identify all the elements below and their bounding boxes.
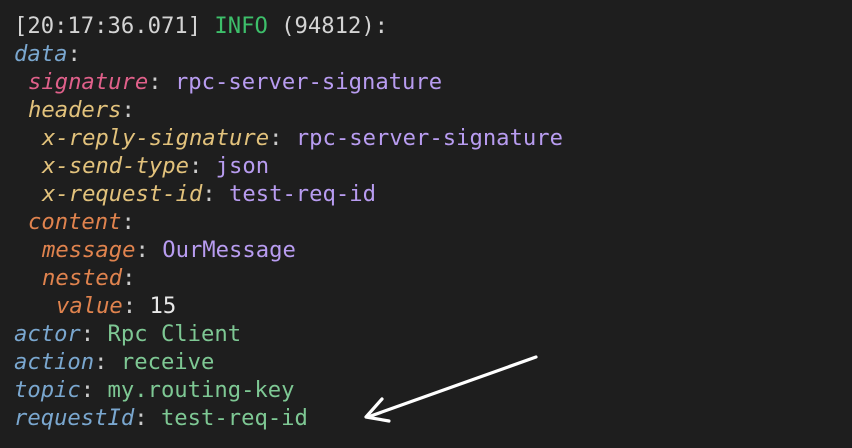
x-request-id-value: test-req-id	[229, 181, 376, 207]
terminal-output: [20:17:36.071] INFO (94812): data: signa…	[0, 0, 852, 448]
actor-key: actor	[14, 321, 81, 347]
colon: :	[148, 69, 162, 95]
value-line: value: 15	[14, 292, 852, 320]
nested-line: nested:	[14, 264, 852, 292]
log-pid: (94812):	[281, 13, 389, 39]
colon: :	[80, 377, 95, 403]
colon: :	[80, 321, 95, 347]
message-line: message: OurMessage	[14, 236, 852, 264]
log-level: INFO	[214, 13, 268, 39]
x-reply-signature-value: rpc-server-signature	[295, 125, 563, 151]
request-id-value: test-req-id	[160, 405, 308, 431]
x-reply-signature-key: x-reply-signature	[42, 125, 270, 151]
log-timestamp: [20:17:36.071]	[14, 13, 202, 39]
nested-key: nested	[42, 265, 123, 291]
headers-line: headers:	[14, 96, 852, 124]
topic-value: my.routing-key	[107, 377, 295, 403]
value-value: 15	[149, 293, 177, 319]
data-line: data:	[14, 40, 852, 68]
x-request-id-line: x-request-id: test-req-id	[14, 180, 852, 208]
signature-key: signature	[28, 69, 149, 95]
x-reply-signature-line: x-reply-signature: rpc-server-signature	[14, 124, 852, 152]
colon: :	[134, 405, 148, 431]
signature-value: rpc-server-signature	[174, 69, 443, 95]
colon: :	[121, 97, 135, 123]
x-send-type-key: x-send-type	[42, 153, 189, 179]
colon: :	[122, 293, 137, 319]
content-line: content:	[14, 208, 852, 236]
request-id-line: requestId: test-req-id	[14, 404, 852, 432]
colon: :	[188, 153, 203, 179]
actor-line: actor: Rpc Client	[14, 320, 852, 348]
headers-key: headers	[28, 97, 122, 123]
signature-line: signature: rpc-server-signature	[14, 68, 852, 96]
x-request-id-key: x-request-id	[42, 181, 203, 207]
value-key: value	[56, 293, 123, 319]
action-line: action: receive	[14, 348, 852, 376]
log-header-line: [20:17:36.071] INFO (94812):	[14, 12, 852, 40]
colon: :	[202, 181, 216, 207]
action-key: action	[14, 349, 95, 375]
topic-key: topic	[14, 377, 81, 403]
colon: :	[94, 349, 108, 375]
message-key: message	[42, 237, 136, 263]
colon: :	[67, 41, 81, 67]
colon: :	[269, 125, 283, 151]
actor-value: Rpc Client	[107, 321, 242, 347]
topic-line: topic: my.routing-key	[14, 376, 852, 404]
colon: :	[121, 209, 135, 235]
request-id-key: requestId	[14, 405, 135, 431]
data-key: data	[14, 41, 68, 67]
colon: :	[135, 237, 149, 263]
colon: :	[122, 265, 136, 291]
content-key: content	[28, 209, 122, 235]
x-send-type-line: x-send-type: json	[14, 152, 852, 180]
message-value: OurMessage	[162, 237, 296, 263]
x-send-type-value: json	[215, 153, 270, 179]
action-value: receive	[120, 349, 215, 375]
